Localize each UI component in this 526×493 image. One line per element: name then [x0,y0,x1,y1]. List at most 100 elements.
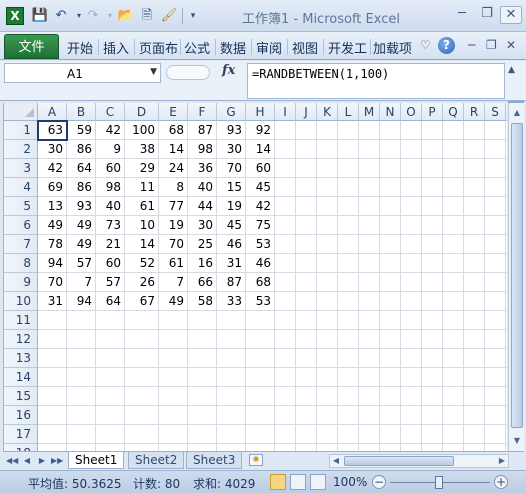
cell-l15[interactable] [338,387,359,406]
cell-e3[interactable]: 24 [159,159,188,178]
cell-j1[interactable] [296,121,317,140]
column-header-r[interactable]: R [464,103,485,121]
cell-q2[interactable] [443,140,464,159]
cell-h10[interactable]: 53 [246,292,275,311]
cell-d8[interactable]: 52 [125,254,159,273]
cell-d2[interactable]: 38 [125,140,159,159]
cell-d9[interactable]: 26 [125,273,159,292]
insert-function-icon[interactable]: fx [222,63,235,78]
row-header-4[interactable]: 4 [4,178,38,197]
cell-q14[interactable] [443,368,464,387]
column-header-b[interactable]: B [67,103,96,121]
cell-p16[interactable] [422,406,443,425]
cell-r18[interactable] [464,444,485,451]
minimize-ribbon-icon[interactable]: ♡ [420,38,431,52]
cell-b14[interactable] [67,368,96,387]
cell-o10[interactable] [401,292,422,311]
cell-d7[interactable]: 14 [125,235,159,254]
cell-n7[interactable] [380,235,401,254]
cell-k10[interactable] [317,292,338,311]
cell-b16[interactable] [67,406,96,425]
cell-q16[interactable] [443,406,464,425]
cell-m13[interactable] [359,349,380,368]
cell-r17[interactable] [464,425,485,444]
cell-g8[interactable]: 31 [217,254,246,273]
cell-q8[interactable] [443,254,464,273]
cell-r6[interactable] [464,216,485,235]
row-header-15[interactable]: 15 [4,387,38,406]
cell-g15[interactable] [217,387,246,406]
cell-e9[interactable]: 7 [159,273,188,292]
cell-f5[interactable]: 44 [188,197,217,216]
cell-j13[interactable] [296,349,317,368]
cell-s3[interactable] [485,159,506,178]
cell-s5[interactable] [485,197,506,216]
cell-j15[interactable] [296,387,317,406]
cell-t9[interactable] [506,273,507,292]
cell-n11[interactable] [380,311,401,330]
cell-r7[interactable] [464,235,485,254]
cell-l18[interactable] [338,444,359,451]
cell-g16[interactable] [217,406,246,425]
cell-r5[interactable] [464,197,485,216]
cell-l17[interactable] [338,425,359,444]
cell-r16[interactable] [464,406,485,425]
cell-l6[interactable] [338,216,359,235]
cell-q17[interactable] [443,425,464,444]
cell-a2[interactable]: 30 [38,140,67,159]
tab-page-layout[interactable]: 页面布 [139,38,178,57]
cell-o5[interactable] [401,197,422,216]
row-header-2[interactable]: 2 [4,140,38,159]
cell-s12[interactable] [485,330,506,349]
cell-d12[interactable] [125,330,159,349]
row-header-14[interactable]: 14 [4,368,38,387]
cell-c4[interactable]: 98 [96,178,125,197]
cell-m12[interactable] [359,330,380,349]
cell-p12[interactable] [422,330,443,349]
cell-f16[interactable] [188,406,217,425]
cell-m15[interactable] [359,387,380,406]
cell-f9[interactable]: 66 [188,273,217,292]
cell-p8[interactable] [422,254,443,273]
cell-k3[interactable] [317,159,338,178]
cell-h12[interactable] [246,330,275,349]
cell-e4[interactable]: 8 [159,178,188,197]
cell-c16[interactable] [96,406,125,425]
cell-r4[interactable] [464,178,485,197]
cell-b10[interactable]: 94 [67,292,96,311]
column-header-t[interactable]: T [506,103,507,121]
cell-j8[interactable] [296,254,317,273]
cell-b8[interactable]: 57 [67,254,96,273]
page-break-view-icon[interactable] [310,474,326,490]
cell-b7[interactable]: 49 [67,235,96,254]
cell-d5[interactable]: 61 [125,197,159,216]
sheet-tab-sheet3[interactable]: Sheet3 [186,452,243,469]
cell-f3[interactable]: 36 [188,159,217,178]
cell-n6[interactable] [380,216,401,235]
cell-h18[interactable] [246,444,275,451]
cell-a6[interactable]: 49 [38,216,67,235]
cell-h15[interactable] [246,387,275,406]
cell-c15[interactable] [96,387,125,406]
cell-i13[interactable] [275,349,296,368]
cell-g12[interactable] [217,330,246,349]
cell-d1[interactable]: 100 [125,121,159,140]
cell-k13[interactable] [317,349,338,368]
vertical-scroll-thumb[interactable] [511,123,523,428]
new-document-icon[interactable]: 🗎 [138,7,156,25]
cell-o17[interactable] [401,425,422,444]
cell-i1[interactable] [275,121,296,140]
cell-q4[interactable] [443,178,464,197]
open-folder-icon[interactable]: 📂 [117,7,135,25]
cell-f14[interactable] [188,368,217,387]
cell-g2[interactable]: 30 [217,140,246,159]
cell-a10[interactable]: 31 [38,292,67,311]
cell-p13[interactable] [422,349,443,368]
page-layout-view-icon[interactable] [290,474,306,490]
cell-h6[interactable]: 75 [246,216,275,235]
column-header-q[interactable]: Q [443,103,464,121]
cell-e2[interactable]: 14 [159,140,188,159]
cell-c3[interactable]: 60 [96,159,125,178]
cell-h8[interactable]: 46 [246,254,275,273]
cell-k15[interactable] [317,387,338,406]
